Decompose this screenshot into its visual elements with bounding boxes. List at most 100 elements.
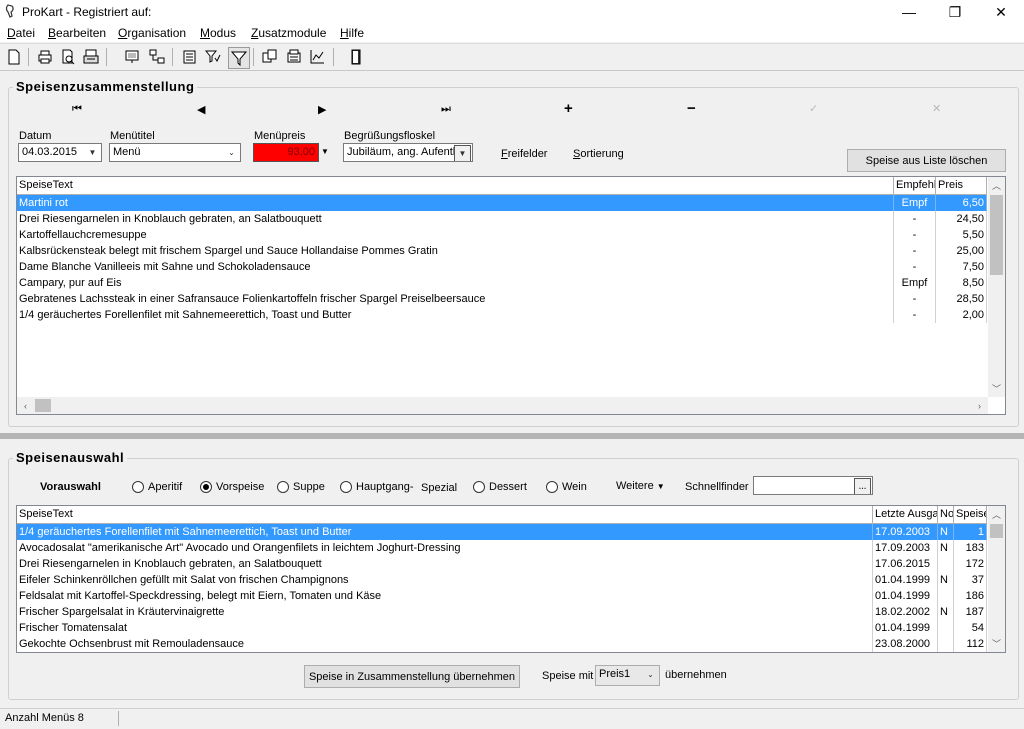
table-row[interactable]: Gebratenes Lachssteak in einer Safransau… [17,291,987,307]
minimize-button[interactable]: — [886,0,932,24]
menu-zusatzmodule[interactable]: Zusatzmodule [251,26,326,40]
radio-suppe[interactable] [277,481,289,493]
table-row[interactable]: 1/4 geräuchertes Forellenfilet mit Sahne… [17,307,987,323]
special-label[interactable]: Spezial [421,482,457,494]
menu-title-field[interactable]: Menü ⌄ [109,143,241,162]
column-header-empfehl[interactable]: Empfehl [894,177,936,194]
scroll-thumb[interactable] [990,524,1003,538]
free-fields-button[interactable]: Freifelder [501,148,547,160]
export-icon[interactable] [285,48,303,66]
quickfind-browse-button[interactable]: … [854,478,871,494]
menu-modus[interactable]: Modus [200,26,236,40]
radio-aperitif[interactable] [132,481,144,493]
radio-aperitif-label[interactable]: Aperitif [148,481,182,493]
sorting-button[interactable]: Sortierung [573,148,624,160]
column-header-no[interactable]: No [938,506,954,523]
price-select-dropdown-icon[interactable]: ⌄ [643,667,658,682]
quickfind-input[interactable]: … [753,476,873,495]
composition-vertical-scrollbar[interactable]: ︿ ﹀ [988,177,1005,397]
cancel-record-button[interactable]: ✕ [932,102,941,115]
radio-hauptgang-label[interactable]: Hauptgang- [356,481,414,493]
panel-splitter[interactable] [0,433,1024,439]
chart-icon[interactable] [308,48,326,66]
scroll-up-icon[interactable]: ︿ [988,506,1005,523]
table-row[interactable]: Drei Riesengarnelen in Knoblauch gebrate… [17,556,987,572]
menu-title-dropdown-icon[interactable]: ⌄ [224,145,239,160]
greeting-dropdown-icon[interactable]: ▼ [454,145,471,161]
radio-dessert[interactable] [473,481,485,493]
scroll-up-icon[interactable]: ︿ [988,177,1005,194]
monitor-icon[interactable] [124,48,142,66]
radio-wein-label[interactable]: Wein [562,481,587,493]
radio-vorspeise-label[interactable]: Vorspeise [216,481,264,493]
delete-dish-button[interactable]: Speise aus Liste löschen [847,149,1006,172]
delete-record-button[interactable]: − [687,100,696,117]
filter-list-icon[interactable] [204,48,222,66]
column-header-speise-nr[interactable]: Speise [954,506,987,523]
close-button[interactable]: ✕ [978,0,1024,24]
scroll-down-icon[interactable]: ﹀ [988,380,1005,397]
cell-speisetext: 1/4 geräuchertes Forellenfilet mit Sahne… [17,307,894,323]
greeting-field[interactable]: Jubiläum, ang. Aufenth ▼ [343,143,473,162]
last-record-button[interactable]: ⏭ [441,103,451,116]
table-row[interactable]: Frischer Spargelsalat in Kräutervinaigre… [17,604,987,620]
copy-icon[interactable] [261,48,279,66]
add-record-button[interactable]: + [564,100,573,117]
menu-hilfe[interactable]: Hilfe [340,26,364,40]
maximize-button[interactable]: ❐ [932,0,978,24]
composition-horizontal-scrollbar[interactable]: ‹ › [17,397,988,414]
table-row[interactable]: Campary, pur auf Eis Empf 8,50 [17,275,987,291]
scroll-thumb[interactable] [990,195,1003,275]
new-document-icon[interactable] [5,48,23,66]
filter-icon[interactable] [228,47,250,69]
table-row[interactable]: Feldsalat mit Kartoffel-Speckdressing, b… [17,588,987,604]
composition-grid[interactable]: SpeiseText Empfehl Preis Martini rot Empf… [16,176,1006,415]
price-select[interactable]: Preis1 ⌄ [595,665,660,686]
date-dropdown-icon[interactable]: ▼ [85,145,100,160]
radio-dessert-label[interactable]: Dessert [489,481,527,493]
table-row[interactable]: 1/4 geräuchertes Forellenfilet mit Sahne… [17,524,987,540]
table-row[interactable]: Dame Blanche Vanilleeis mit Sahne und Sc… [17,259,987,275]
column-header-preis[interactable]: Preis [936,177,987,194]
take-over-button[interactable]: Speise in Zusammenstellung übernehmen [304,665,520,688]
scroll-down-icon[interactable]: ﹀ [988,635,1005,652]
previous-record-button[interactable]: ◀ [197,103,205,116]
table-row[interactable]: Kartoffellauchcremesuppe -5,50 [17,227,987,243]
menu-price-field[interactable]: 93,00 [253,143,319,162]
scroll-right-icon[interactable]: › [971,397,988,414]
first-record-button[interactable]: ⏮ [72,103,82,116]
next-record-button[interactable]: ▶ [318,103,326,116]
table-row[interactable]: Avocadosalat "amerikanische Art" Avocado… [17,540,987,556]
selection-grid[interactable]: SpeiseText Letzte Ausga No Speise 1/4 ge… [16,505,1006,653]
column-header-speisetext[interactable]: SpeiseText [17,177,894,194]
list-icon[interactable] [181,48,199,66]
menu-bearbeiten[interactable]: Bearbeiten [48,26,106,40]
menu-organisation[interactable]: Organisation [118,26,186,40]
column-header-speisetext[interactable]: SpeiseText [17,506,873,523]
table-row[interactable]: Eifeler Schinkenröllchen gefüllt mit Sal… [17,572,987,588]
table-row[interactable]: Gekochte Ochsenbrust mit Remouladensauce… [17,636,987,652]
radio-wein[interactable] [546,481,558,493]
network-icon[interactable] [148,48,166,66]
more-dropdown[interactable]: Weitere ▼ [616,480,665,492]
print-setup-icon[interactable] [82,48,100,66]
print-preview-icon[interactable] [59,48,77,66]
table-row[interactable]: Drei Riesengarnelen in Knoblauch gebrate… [17,211,987,227]
print-icon[interactable] [36,48,54,66]
radio-hauptgang[interactable] [340,481,352,493]
table-row[interactable]: Kalbsrückensteak belegt mit frischem Spa… [17,243,987,259]
cell-empfehl: Empf [894,275,936,291]
menu-price-dropdown-icon[interactable]: ▼ [321,147,329,156]
table-row[interactable]: Frischer Tomatensalat 01.04.1999 54 [17,620,987,636]
radio-vorspeise[interactable] [200,481,212,493]
table-row[interactable]: Martini rot Empf 6,50 [17,195,987,211]
column-header-letzte-ausgabe[interactable]: Letzte Ausga [873,506,938,523]
exit-door-icon[interactable] [347,48,365,66]
horizontal-scroll-thumb[interactable] [35,399,51,412]
date-field[interactable]: 04.03.2015 ▼ [18,143,102,162]
radio-suppe-label[interactable]: Suppe [293,481,325,493]
selection-vertical-scrollbar[interactable]: ︿ ﹀ [988,506,1005,652]
scroll-left-icon[interactable]: ‹ [17,397,34,414]
confirm-record-button[interactable]: ✓ [809,102,818,115]
menu-datei[interactable]: Datei [7,26,35,40]
